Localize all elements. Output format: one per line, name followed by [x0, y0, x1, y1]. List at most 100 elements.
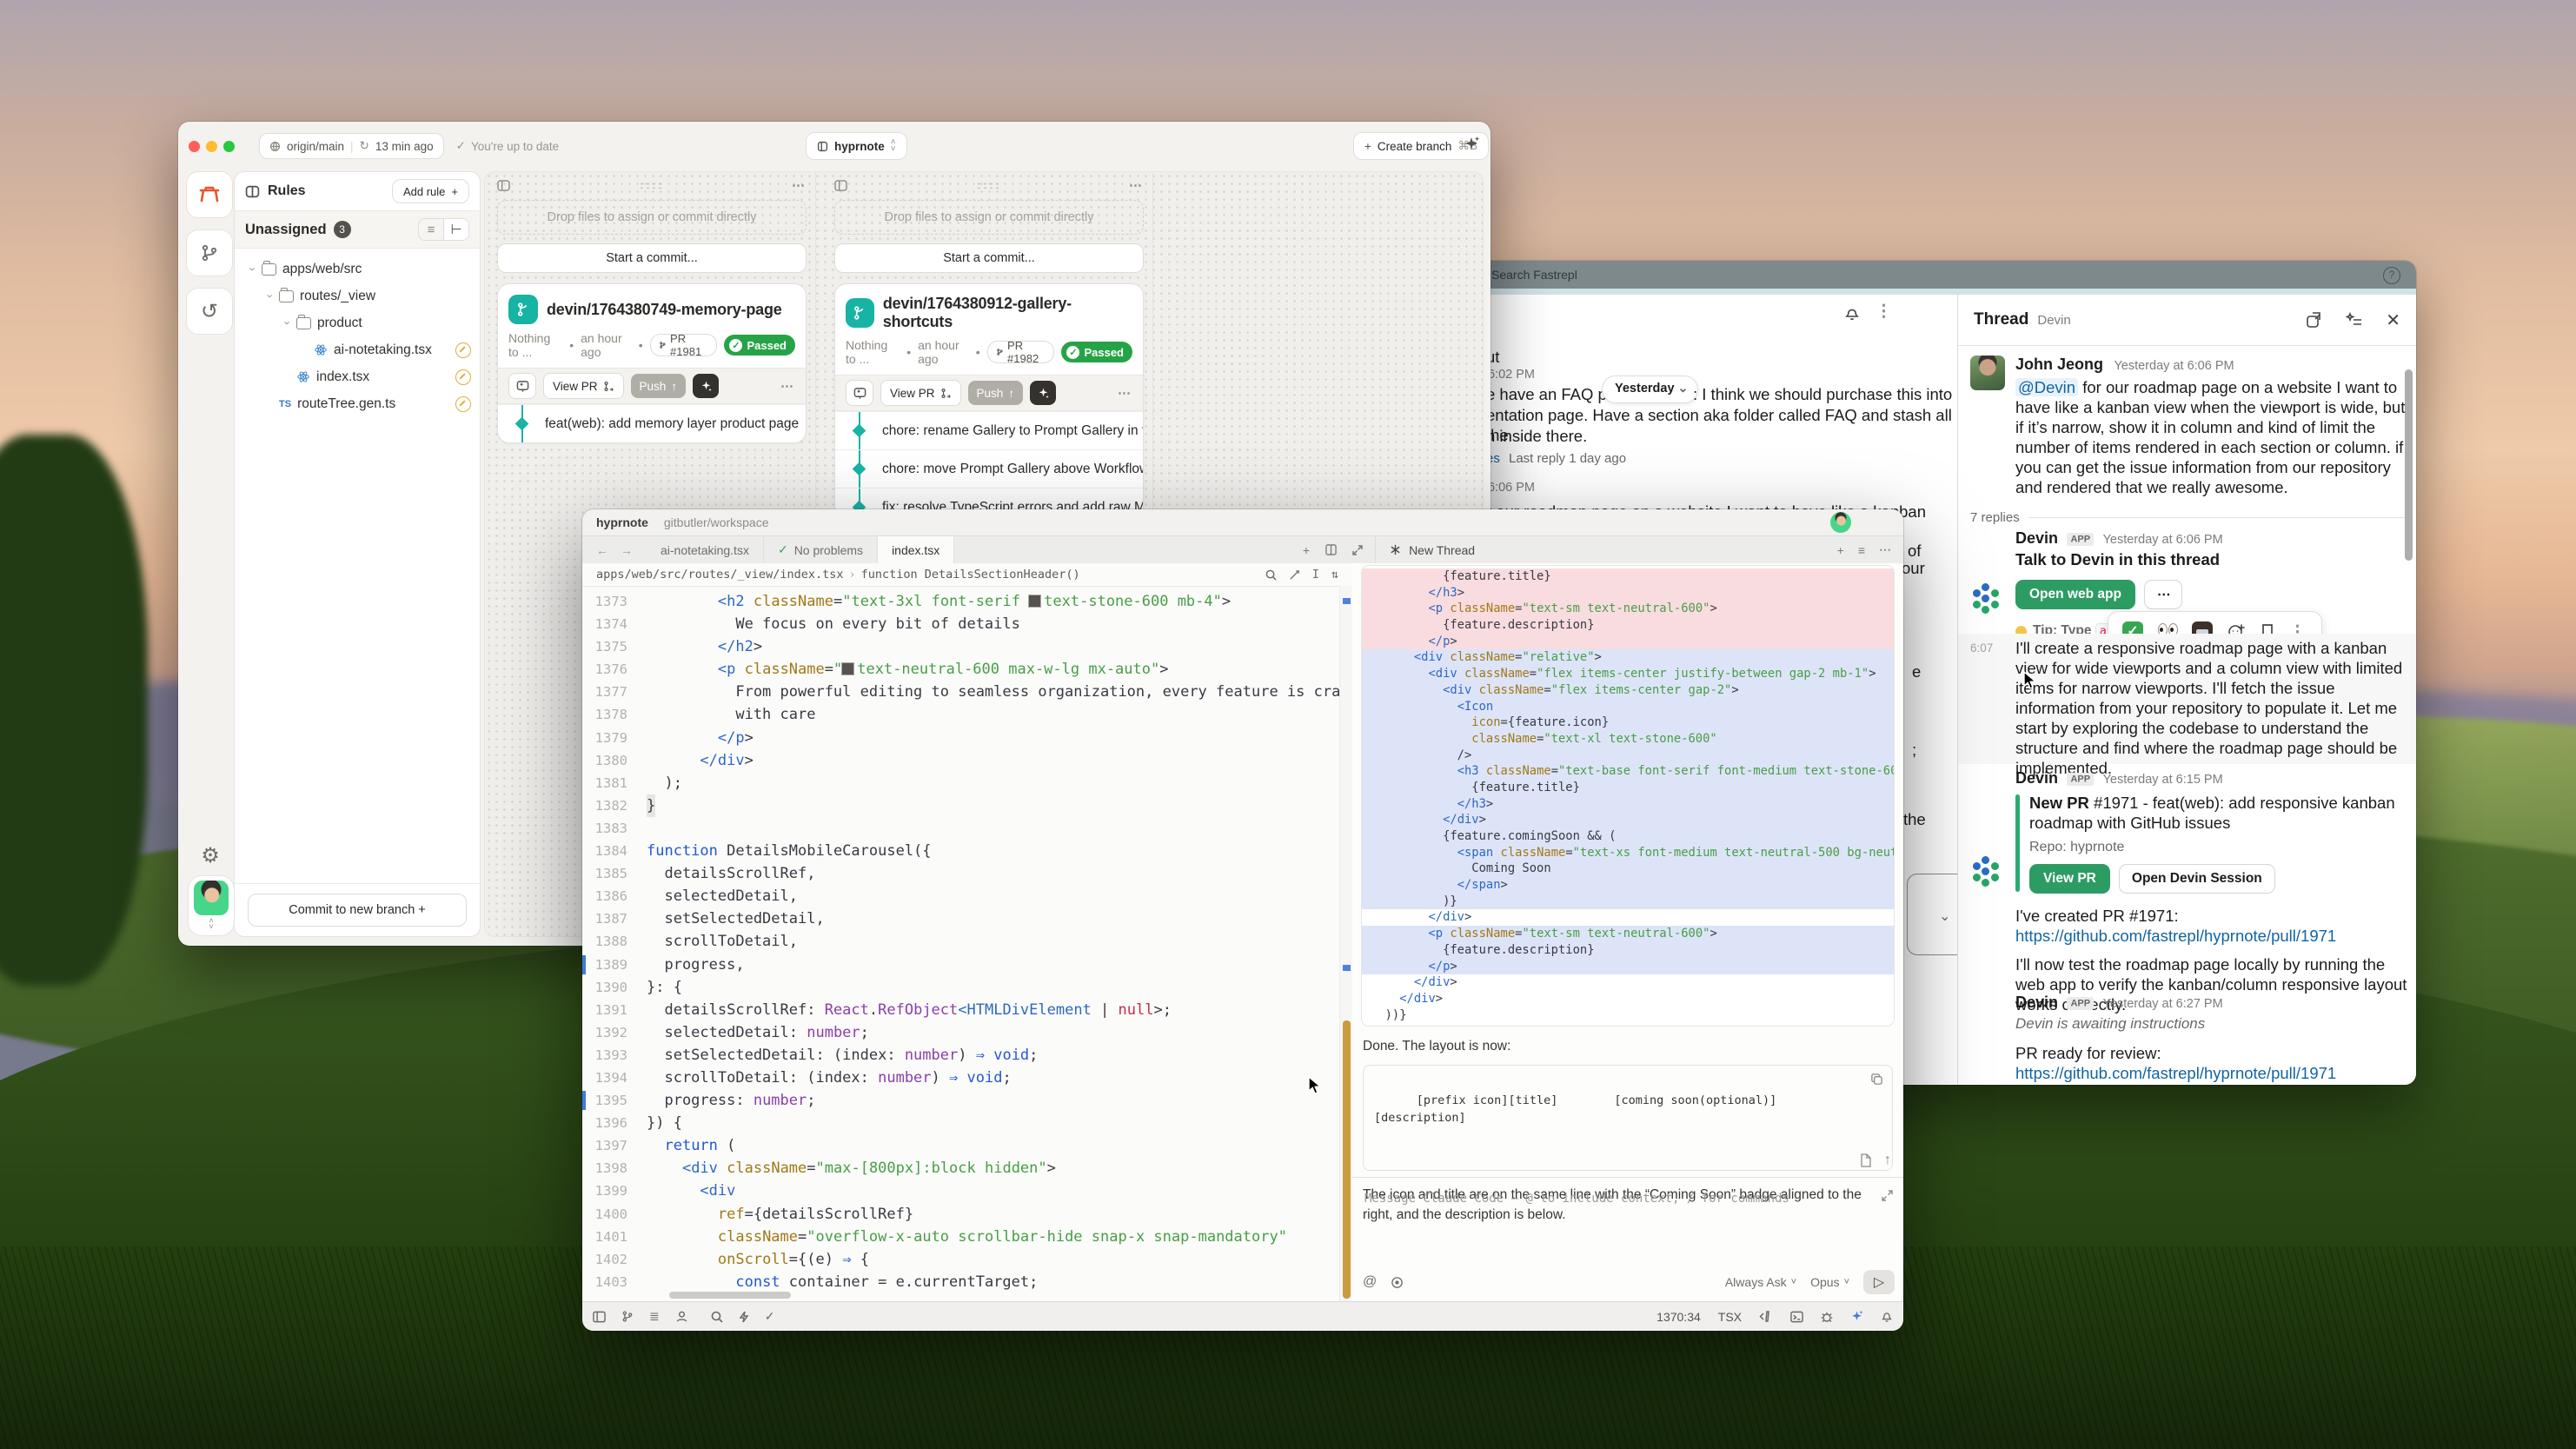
message-author[interactable]: Devin: [2015, 994, 2058, 1011]
slack-titlebar[interactable]: Search Fastrepl ?: [1477, 261, 2416, 289]
date-pill[interactable]: Yesterday⌄: [1602, 376, 1698, 403]
start-commit-button[interactable]: Start a commit...: [497, 243, 807, 273]
slack-search-input[interactable]: Search Fastrepl: [1491, 268, 1577, 282]
message-author[interactable]: Devin: [2015, 529, 2058, 547]
code-line[interactable]: 1397 return (: [582, 1134, 1352, 1157]
notifications-bell-icon[interactable]: [1842, 303, 1862, 322]
file-tree-item[interactable]: ›product: [240, 309, 475, 336]
model-select[interactable]: Opus˅: [1810, 1275, 1849, 1289]
file-tree-item[interactable]: ai-notetaking.tsx: [240, 336, 475, 363]
nav-back-icon[interactable]: ←: [596, 543, 608, 557]
code-line[interactable]: 1389 progress,: [582, 954, 1352, 976]
text-cursor-icon[interactable]: I: [1312, 568, 1319, 582]
tab-index-tsx[interactable]: index.tsx: [878, 536, 954, 564]
code-line[interactable]: 1401 className="overflow-x-auto scrollba…: [582, 1226, 1352, 1248]
ci-status-badge[interactable]: ✓Passed: [1061, 342, 1132, 362]
more-actions-button[interactable]: ⋯: [2144, 580, 2182, 609]
terminal-icon[interactable]: [1790, 1311, 1803, 1323]
code-line[interactable]: 1388 scrollToDetail,: [582, 930, 1352, 953]
drag-handle[interactable]: [976, 182, 1000, 189]
close-icon[interactable]: ✕: [2386, 309, 2400, 331]
tab-ai-notetaking[interactable]: ai-notetaking.tsx: [647, 536, 764, 563]
new-tab-icon[interactable]: +: [1303, 543, 1310, 557]
lane-menu-icon[interactable]: ⋯: [1129, 177, 1144, 193]
search-icon[interactable]: [1265, 569, 1277, 581]
code-line[interactable]: 1387 setSelectedDetail,: [582, 907, 1352, 930]
code-line[interactable]: 1374 We focus on every bit of details: [582, 613, 1352, 635]
message-time[interactable]: Yesterday at 6:06 PM: [2114, 359, 2234, 373]
start-commit-button[interactable]: Start a commit...: [834, 243, 1144, 273]
zoom-pane-icon[interactable]: [1352, 545, 1363, 555]
message-time-short[interactable]: 6:07: [1970, 641, 1993, 655]
code-line[interactable]: 1383: [582, 817, 1352, 840]
file-tree-item[interactable]: ›routes/_view: [240, 282, 475, 309]
agent-input-area[interactable]: Message Claude Code — @ to include conte…: [1352, 1177, 1903, 1302]
drop-zone[interactable]: Drop files to assign or commit directly: [834, 200, 1144, 235]
ci-status-badge[interactable]: ✓Passed: [724, 335, 795, 356]
code-line[interactable]: 1381 );: [582, 772, 1352, 794]
inline-assist-icon[interactable]: [1289, 569, 1300, 581]
code-line[interactable]: 1380 </div>: [582, 749, 1352, 772]
tree-view-icon[interactable]: ⊢: [443, 219, 468, 240]
user-avatar-widget[interactable]: ˄˅: [188, 875, 235, 936]
branch-name[interactable]: devin/1764380912-gallery-shortcuts: [883, 295, 1132, 331]
code-line[interactable]: 1376 <p className="text-neutral-600 max-…: [582, 658, 1352, 681]
code-line[interactable]: 1393 setSelectedDetail: (index: number) …: [582, 1044, 1352, 1067]
view-pr-button[interactable]: View PR: [543, 373, 624, 399]
code-line[interactable]: 1398 <div className="max-[800px]:block h…: [582, 1157, 1352, 1180]
pr-pill[interactable]: PR #1982: [987, 341, 1055, 363]
agent-menu-icon[interactable]: ⋯: [1879, 542, 1893, 557]
tab-diagnostics[interactable]: ✓No problems: [764, 536, 878, 563]
branch-ai-icon[interactable]: [1030, 381, 1056, 405]
code-line[interactable]: 1400 ref={detailsScrollRef}: [582, 1203, 1352, 1226]
branches-tab-icon[interactable]: [186, 229, 233, 276]
code-line[interactable]: 1378 with care: [582, 703, 1352, 726]
collab-icon[interactable]: [675, 1310, 688, 1323]
code-line[interactable]: 1379 </p>: [582, 727, 1352, 749]
lane-menu-icon[interactable]: ⋯: [792, 177, 807, 193]
git-branch-icon[interactable]: [621, 1310, 634, 1323]
outline-icon[interactable]: ≣: [649, 1309, 660, 1324]
permission-mode-select[interactable]: Always Ask˅: [1725, 1275, 1796, 1289]
vertical-scrollbar[interactable]: [1339, 586, 1352, 1302]
branch-ai-icon[interactable]: [693, 374, 719, 398]
help-icon[interactable]: ?: [2383, 267, 2400, 284]
collapse-lane-icon[interactable]: [834, 180, 847, 191]
markdown-file-icon[interactable]: [1859, 1153, 1872, 1167]
ai-summarize-icon[interactable]: [2346, 311, 2363, 329]
code-line[interactable]: 1377 From powerful editing to seamless o…: [582, 681, 1352, 703]
workspace-branch[interactable]: gitbutler/workspace: [664, 515, 769, 529]
debug-icon[interactable]: [1821, 1311, 1833, 1323]
expand-input-icon[interactable]: [1882, 1190, 1893, 1201]
collapse-lane-icon[interactable]: [497, 180, 510, 191]
message-time[interactable]: Yesterday at 6:15 PM: [2103, 773, 2223, 787]
code-line[interactable]: 1390}: {: [582, 976, 1352, 999]
file-tree-item[interactable]: ›apps/web/src: [240, 256, 475, 282]
pr-link[interactable]: https://github.com/fastrepl/hyprnote/pul…: [2015, 1063, 2415, 1083]
drag-handle[interactable]: [639, 182, 663, 189]
commit-row[interactable]: feat(web): add memory layer product page: [498, 404, 806, 442]
open-web-app-button[interactable]: Open web app: [2015, 580, 2135, 609]
user-avatar[interactable]: [1830, 512, 1851, 533]
add-rule-button[interactable]: Add rule+: [392, 179, 469, 203]
assistant-sparkle-icon[interactable]: [1850, 1310, 1863, 1323]
branch-name[interactable]: devin/1764380749-memory-page: [547, 301, 782, 319]
minimize-traffic-light[interactable]: [206, 141, 217, 152]
replies-count[interactable]: 7 replies: [1970, 510, 2020, 525]
project-switcher-button[interactable]: hyprnote ˄˅: [806, 132, 907, 160]
message-time[interactable]: Yesterday at 6:06 PM: [2103, 533, 2223, 547]
push-button[interactable]: Push ↑: [631, 374, 687, 398]
focus-context-icon[interactable]: [1391, 1276, 1404, 1289]
commit-row[interactable]: chore: move Prompt Gallery above Workflo…: [835, 449, 1143, 488]
notifications-bell-icon[interactable]: [1881, 1310, 1893, 1323]
code-editor[interactable]: 1373 <h2 className="text-3xl font-serif …: [582, 587, 1352, 1293]
copy-icon[interactable]: [1870, 1073, 1883, 1086]
code-line[interactable]: 1396}) {: [582, 1112, 1352, 1134]
remote-status-pill[interactable]: origin/main | ↻ 13 min ago: [259, 133, 444, 159]
commit-row[interactable]: chore: rename Gallery to Prompt Gallery …: [835, 411, 1143, 449]
view-pr-button[interactable]: View PR: [2029, 864, 2110, 894]
history-tab-icon[interactable]: ↺: [186, 288, 233, 335]
split-pane-icon[interactable]: [1325, 544, 1337, 555]
push-button[interactable]: Push ↑: [968, 381, 1024, 405]
horizontal-scrollbar[interactable]: [669, 1292, 791, 1299]
